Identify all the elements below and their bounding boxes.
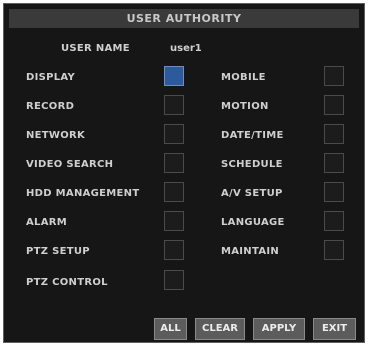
perm-label-av-setup: A/V SETUP bbox=[221, 188, 283, 199]
perm-label-motion: MOTION bbox=[221, 101, 269, 112]
perm-label-ptz-setup: PTZ SETUP bbox=[26, 246, 90, 257]
user-authority-dialog: USER AUTHORITY USER NAME user1 DISPLAY R… bbox=[3, 3, 365, 343]
perm-label-video-search: VIDEO SEARCH bbox=[26, 159, 114, 170]
perm-checkbox-ptz-setup[interactable] bbox=[164, 240, 184, 260]
perm-label-maintain: MAINTAIN bbox=[221, 246, 280, 257]
perm-label-hdd-management: HDD MANAGEMENT bbox=[26, 188, 140, 199]
perm-checkbox-mobile[interactable] bbox=[324, 66, 344, 86]
perm-label-display: DISPLAY bbox=[26, 72, 76, 83]
perm-checkbox-schedule[interactable] bbox=[324, 153, 344, 173]
perm-checkbox-date-time[interactable] bbox=[324, 124, 344, 144]
perm-label-date-time: DATE/TIME bbox=[221, 130, 284, 141]
all-button[interactable]: ALL bbox=[154, 318, 187, 340]
perm-label-alarm: ALARM bbox=[26, 217, 68, 228]
perm-label-schedule: SCHEDULE bbox=[221, 159, 283, 170]
perm-checkbox-record[interactable] bbox=[164, 95, 184, 115]
perm-label-mobile: MOBILE bbox=[221, 72, 266, 83]
user-name-label: USER NAME bbox=[61, 43, 130, 54]
user-name-value: user1 bbox=[170, 43, 202, 54]
apply-button[interactable]: APPLY bbox=[253, 318, 305, 340]
perm-checkbox-av-setup[interactable] bbox=[324, 182, 344, 202]
perm-checkbox-maintain[interactable] bbox=[324, 240, 344, 260]
perm-label-record: RECORD bbox=[26, 101, 75, 112]
perm-checkbox-hdd-management[interactable] bbox=[164, 182, 184, 202]
perm-checkbox-language[interactable] bbox=[324, 211, 344, 231]
perm-checkbox-display[interactable] bbox=[164, 66, 184, 86]
perm-checkbox-alarm[interactable] bbox=[164, 211, 184, 231]
perm-label-language: LANGUAGE bbox=[221, 217, 285, 228]
perm-checkbox-motion[interactable] bbox=[324, 95, 344, 115]
perm-label-ptz-control: PTZ CONTROL bbox=[26, 277, 108, 288]
perm-checkbox-ptz-control[interactable] bbox=[164, 270, 184, 290]
clear-button[interactable]: CLEAR bbox=[195, 318, 245, 340]
exit-button[interactable]: EXIT bbox=[313, 318, 356, 340]
dialog-title: USER AUTHORITY bbox=[9, 9, 359, 28]
perm-checkbox-network[interactable] bbox=[164, 124, 184, 144]
perm-checkbox-video-search[interactable] bbox=[164, 153, 184, 173]
perm-label-network: NETWORK bbox=[26, 130, 86, 141]
